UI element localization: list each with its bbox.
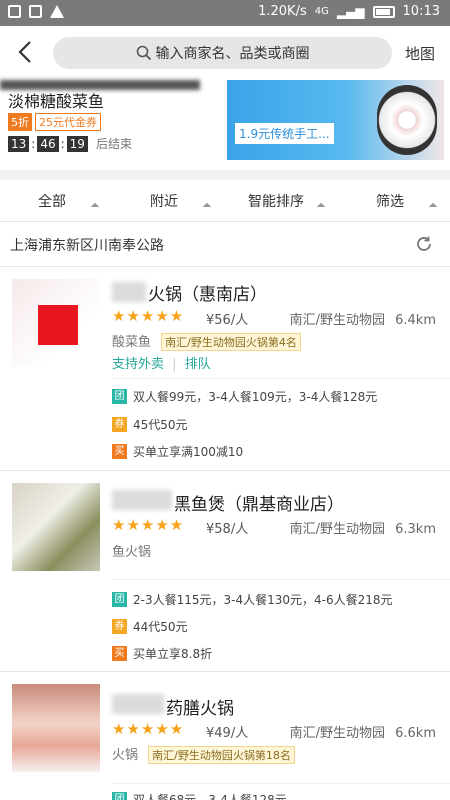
battery-icon [372,5,395,18]
rating-stars: ★★★★★ [112,307,185,325]
status-bar: 1.20K/s 4G ▂▄▆ 10:13 [0,0,450,26]
banner-title: 淡棉糖酸菜鱼 [8,92,105,111]
countdown-hours: 13 [8,135,30,152]
avg-price: ¥49/人 [206,726,249,741]
dropdown-caret-icon [316,202,326,212]
filter-screen[interactable]: 筛选 [376,180,404,222]
shop-location: 南汇/野生动物园 6.4km [289,313,436,328]
countdown-minutes: 46 [37,135,59,152]
filter-bar: 全部 附近 智能排序 筛选 [0,180,450,222]
shop-category-row: 酸菜鱼 南汇/野生动物园火锅第4名 [112,331,301,351]
shop-category-row: 火锅 南汇/野生动物园火锅第18名 [112,744,295,764]
location-text: 上海浦东新区川南奉公路 [10,238,164,254]
group-deal-icon: 团 [112,389,127,404]
deal-row[interactable]: 买 买单立享8.8折 [112,645,212,662]
countdown: 13 : 46 : 19 后结束 [8,135,132,152]
shop-category-row: 鱼火锅 [112,545,152,560]
deal-row[interactable]: 券 44代50元 [112,618,188,635]
discount-tag: 5折 [8,113,32,131]
location-bar: 上海浦东新区川南奉公路 [0,222,450,267]
side-promo-text: 1.9元传统手工... [235,123,334,144]
group-deal-icon: 团 [112,592,127,607]
takeout-label: 支持外卖 [112,357,165,372]
countdown-seconds: 19 [66,135,88,152]
search-input[interactable]: 输入商家名、品类或商圈 [53,37,392,69]
coupon-icon: 券 [112,619,127,634]
rank-badge: 南汇/野生动物园火锅第4名 [161,333,301,351]
pay-icon: 买 [112,646,127,661]
clock: 10:13 [402,4,440,19]
shop-name: 火锅（惠南店） [148,285,267,305]
sushi-icon [377,85,437,155]
rating-stars: ★★★★★ [112,516,185,534]
group-deal-icon: 团 [112,792,127,800]
search-header: 输入商家名、品类或商圈 地图 [0,26,450,80]
rating-stars: ★★★★★ [112,720,185,738]
dropdown-caret-icon [428,202,438,212]
countdown-suffix: 后结束 [95,137,132,151]
shop-location: 南汇/野生动物园 6.3km [289,522,436,537]
image-icon [29,5,42,18]
network-type: 4G [314,6,329,17]
deal-row[interactable]: 券 45代50元 [112,416,188,433]
deal-row[interactable]: 团 双人餐99元，3-4人餐109元，3-4人餐128元 [112,388,377,405]
deal-row[interactable]: 买 买单立享满100减10 [112,443,243,460]
rank-badge: 南汇/野生动物园火锅第18名 [148,746,295,764]
refresh-icon[interactable] [414,234,434,254]
promo-banner[interactable]: 淡棉糖酸菜鱼 5折 25元代金券 13 : 46 : 19 后结束 1.9元传统… [0,80,450,170]
network-speed: 1.20K/s [258,4,307,19]
warning-icon [50,5,64,18]
shop-name: 黑鱼煲（鼎基商业店） [174,495,344,515]
sushi-promo-image[interactable]: 1.9元传统手工... [227,80,444,160]
avg-price: ¥58/人 [206,522,249,537]
shop-card[interactable]: 火锅（惠南店） ★★★★★ ¥56/人 南汇/野生动物园 6.4km 酸菜鱼 南… [0,267,450,470]
shop-thumbnail [12,279,100,367]
coupon-icon: 券 [112,417,127,432]
app-screen: 1.20K/s 4G ▂▄▆ 10:13 输入商家名、品类或商圈 地图 淡棉糖酸… [0,0,450,800]
shop-card[interactable]: 药膳火锅 ★★★★★ ¥49/人 南汇/野生动物园 6.6km 火锅 南汇/野生… [0,672,450,800]
search-placeholder: 输入商家名、品类或商圈 [155,46,310,62]
dropdown-caret-icon [90,202,100,212]
deal-row[interactable]: 团 双人餐68元，3-4人餐128元 [112,791,287,800]
voucher-tag: 25元代金券 [35,113,101,131]
notification-icon [8,5,21,18]
shop-thumbnail [12,483,100,571]
shop-card[interactable]: 黑鱼煲（鼎基商业店） ★★★★★ ¥58/人 南汇/野生动物园 6.3km 鱼火… [0,471,450,671]
search-icon [136,45,151,61]
map-button[interactable]: 地图 [405,43,435,64]
queue-label: 排队 [184,357,211,372]
deal-row[interactable]: 团 2-3人餐115元，3-4人餐130元，4-6人餐218元 [112,591,393,608]
service-row: 支持外卖 | 排队 [112,357,211,372]
filter-all[interactable]: 全部 [38,180,66,222]
avg-price: ¥56/人 [206,313,249,328]
shop-name: 药膳火锅 [166,699,234,719]
shop-thumbnail [12,684,100,772]
filter-sort[interactable]: 智能排序 [248,180,304,222]
back-arrow-icon[interactable] [12,38,40,66]
signal-icon: ▂▄▆ [336,4,365,19]
filter-nearby[interactable]: 附近 [150,180,178,222]
shop-location: 南汇/野生动物园 6.6km [289,726,436,741]
pay-icon: 买 [112,444,127,459]
dropdown-caret-icon [202,202,212,212]
